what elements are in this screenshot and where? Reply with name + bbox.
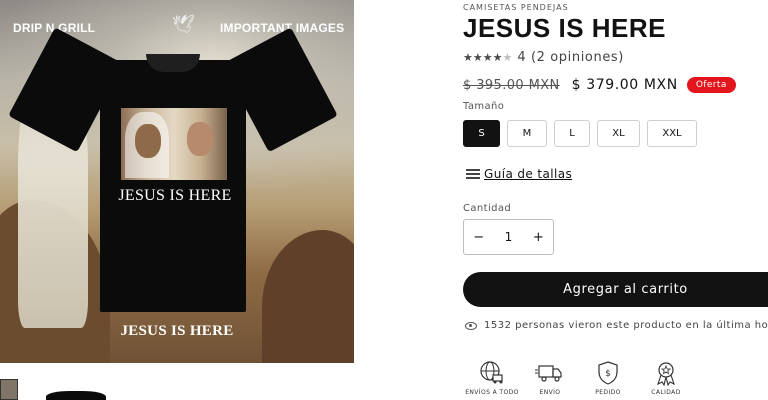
- print-face-right: [187, 122, 213, 156]
- feature-shipping: ENVÍO: [521, 360, 579, 396]
- size-option-label: S: [478, 128, 485, 139]
- image-bottom-caption: JESUS IS HERE: [120, 323, 234, 339]
- tshirt-graphic: JESUS IS HERE: [8, 27, 338, 312]
- tshirt-print-text: JESUS IS HERE: [118, 187, 232, 204]
- thumbnail-2[interactable]: [40, 381, 112, 400]
- size-label: Tamaño: [463, 101, 505, 112]
- product-rating[interactable]: ★★★★★ 4 (2 opiniones): [463, 50, 624, 65]
- print-face-left: [135, 124, 161, 158]
- size-option-label: M: [522, 128, 532, 139]
- quantity-stepper: − 1 +: [463, 219, 554, 255]
- size-option-l[interactable]: L: [554, 120, 590, 147]
- sale-badge: Oferta: [686, 77, 736, 93]
- product-vendor: CAMISETAS PENDEJAS: [463, 3, 569, 12]
- star-filled-icon: ★: [472, 51, 483, 64]
- dove-icon: 🕊: [172, 14, 195, 35]
- award-ribbon-icon: [657, 362, 675, 386]
- quantity-label: Cantidad: [463, 203, 512, 214]
- size-guide-link[interactable]: Guía de tallas: [466, 167, 572, 181]
- feature-shipping-everywhere: ENVÍOS A TODO: [463, 360, 521, 396]
- price-row: $ 395.00 MXN $ 379.00 MXN Oferta: [463, 77, 736, 93]
- viewers-notice: 1532 personas vieron este producto en la…: [465, 320, 768, 331]
- size-option-label: L: [569, 128, 575, 139]
- delivery-truck-icon: [535, 365, 562, 382]
- add-to-cart-button[interactable]: Agregar al carrito: [463, 272, 768, 307]
- size-option-s[interactable]: S: [463, 120, 500, 147]
- quantity-input[interactable]: 1: [493, 230, 523, 244]
- feature-quality: CALIDAD: [637, 360, 695, 396]
- rating-text: 4 (2 opiniones): [517, 50, 624, 65]
- sale-price: $ 379.00 MXN: [571, 77, 678, 93]
- size-option-m[interactable]: M: [507, 120, 547, 147]
- feature-label: ENVÍO: [539, 389, 561, 396]
- size-option-xl[interactable]: XL: [597, 120, 640, 147]
- feature-label: PEDIDO: [595, 389, 621, 396]
- regular-price: $ 395.00 MXN: [463, 77, 560, 93]
- thumbnail-shirt: [46, 391, 106, 400]
- star-rating-icon: ★★★★★: [463, 51, 512, 64]
- tshirt-body: [100, 60, 246, 312]
- svg-text:$: $: [605, 369, 611, 379]
- thumbnail-strip: [0, 378, 354, 400]
- feature-badges: ENVÍOS A TODO ENVÍO $ PEDIDO CALIDAD: [463, 360, 768, 400]
- tshirt-print-image: [121, 108, 227, 180]
- size-guide-text: Guía de tallas: [484, 167, 573, 181]
- viewers-text: 1532 personas vieron este producto en la…: [484, 320, 768, 331]
- eye-icon: [465, 321, 477, 330]
- feature-label: ENVÍOS A TODO: [465, 389, 519, 396]
- star-filled-icon: ★: [492, 51, 503, 64]
- product-info: CAMISETAS PENDEJAS JESUS IS HERE ★★★★★ 4…: [463, 0, 768, 400]
- star-filled-icon: ★: [463, 51, 473, 64]
- feature-order: $ PEDIDO: [579, 360, 637, 396]
- star-filled-icon: ★: [482, 51, 493, 64]
- size-option-label: XL: [612, 128, 625, 139]
- product-title: JESUS IS HERE: [463, 13, 667, 43]
- size-options: S M L XL XXL: [463, 120, 704, 147]
- thumbnail-1[interactable]: [0, 379, 18, 400]
- size-option-label: XXL: [662, 128, 682, 139]
- shield-check-icon: $: [598, 361, 618, 385]
- globe-truck-icon: [480, 361, 503, 384]
- star-empty-icon: ★: [502, 51, 513, 64]
- product-main-image[interactable]: 🕊 DRIP N GRILL IMPORTANT IMAGES JESUS IS…: [0, 0, 354, 363]
- feature-label: CALIDAD: [651, 389, 681, 396]
- size-option-xxl[interactable]: XXL: [647, 120, 697, 147]
- ruler-icon: [466, 169, 480, 179]
- quantity-decrease-button[interactable]: −: [464, 230, 493, 245]
- quantity-increase-button[interactable]: +: [524, 230, 553, 245]
- add-to-cart-label: Agregar al carrito: [563, 282, 688, 297]
